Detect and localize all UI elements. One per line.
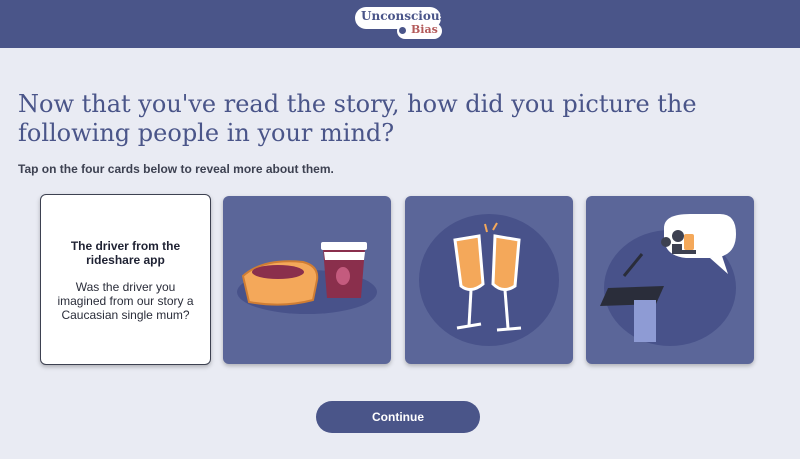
logo: Unconscious Bias (355, 7, 446, 39)
continue-button[interactable]: Continue (316, 401, 480, 433)
card-driver[interactable]: The driver from the rideshare app Was th… (40, 194, 211, 365)
card-title: The driver from the rideshare app (70, 239, 181, 267)
card-champagne[interactable] (405, 196, 573, 364)
pie-and-coffee-icon (237, 242, 377, 314)
champagne-toast-icon (419, 214, 559, 346)
card-podium[interactable] (586, 196, 754, 364)
instruction-text: Tap on the four cards below to reveal mo… (18, 162, 334, 176)
card-text: Was the driver you imagined from our sto… (57, 280, 194, 322)
podium-speech-icon (600, 214, 736, 346)
logo-dot (399, 27, 406, 34)
card-pie-coffee[interactable] (223, 196, 391, 364)
page-heading: Now that you've read the story, how did … (18, 90, 697, 147)
logo-word-unconscious: Unconscious (361, 9, 447, 23)
top-bar: Unconscious Bias (0, 0, 800, 48)
